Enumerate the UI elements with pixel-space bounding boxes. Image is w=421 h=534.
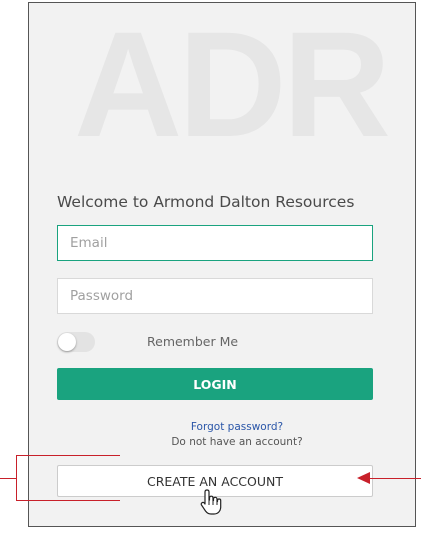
login-button[interactable]: LOGIN <box>57 368 373 400</box>
remember-me-toggle[interactable] <box>57 332 95 352</box>
callout-bracket-stub <box>0 478 16 479</box>
callout-bracket <box>16 455 120 501</box>
welcome-title: Welcome to Armond Dalton Resources <box>57 193 355 211</box>
callout-arrow-line <box>370 478 421 479</box>
remember-me-label: Remember Me <box>147 334 239 349</box>
email-input[interactable] <box>57 225 373 261</box>
toggle-knob <box>58 333 76 351</box>
no-account-text: Do not have an account? <box>171 436 303 448</box>
login-panel: ADR Welcome to Armond Dalton Resources R… <box>28 2 416 527</box>
adr-watermark: ADR <box>74 2 391 168</box>
arrow-left-icon <box>357 472 370 484</box>
forgot-password-link[interactable]: Forgot password? <box>29 421 415 433</box>
hand-pointer-icon <box>200 489 222 515</box>
password-input[interactable] <box>57 278 373 314</box>
